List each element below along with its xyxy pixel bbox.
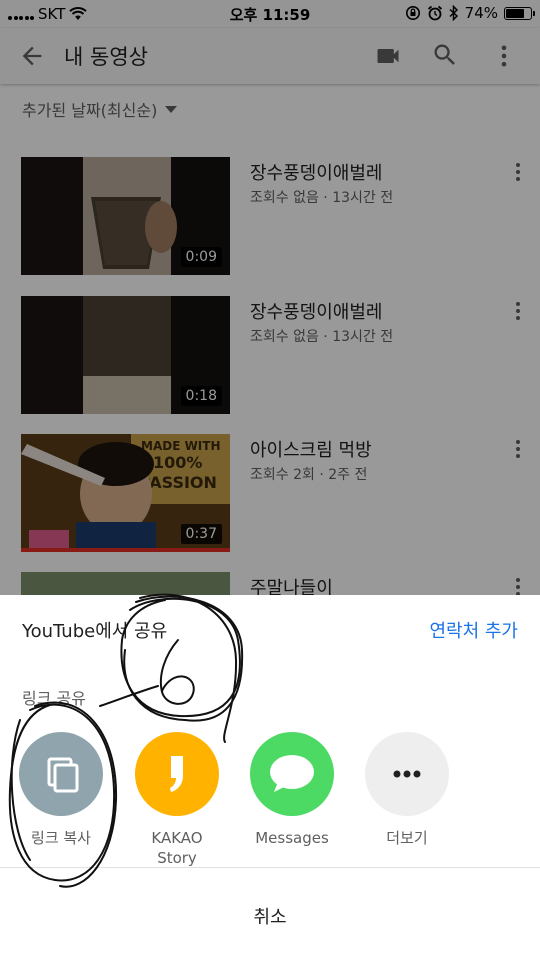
copy-link-button[interactable]: 링크 복사	[11, 732, 111, 848]
cancel-button[interactable]: 취소	[0, 903, 540, 929]
copy-icon	[19, 732, 103, 816]
more-horiz-icon	[365, 732, 449, 816]
add-contact-button[interactable]: 연락처 추가	[429, 617, 518, 643]
divider	[0, 867, 540, 868]
share-sheet-title: YouTube에서 공유	[22, 621, 168, 642]
share-option-label: 더보기	[386, 829, 428, 847]
kakaostory-icon	[135, 732, 219, 816]
share-option-label: Messages	[255, 829, 329, 847]
share-sheet: YouTube에서 공유 연락처 추가 링크 공유 링크 복사 KAKAO St…	[0, 595, 540, 960]
kakaostory-share-button[interactable]: KAKAO Story	[127, 732, 227, 868]
messages-icon	[250, 732, 334, 816]
share-option-label: KAKAO Story	[151, 829, 203, 867]
more-share-button[interactable]: 더보기	[357, 732, 457, 848]
share-option-label: 링크 복사	[31, 829, 91, 847]
link-share-heading: 링크 공유	[22, 689, 86, 708]
messages-share-button[interactable]: Messages	[242, 732, 342, 848]
